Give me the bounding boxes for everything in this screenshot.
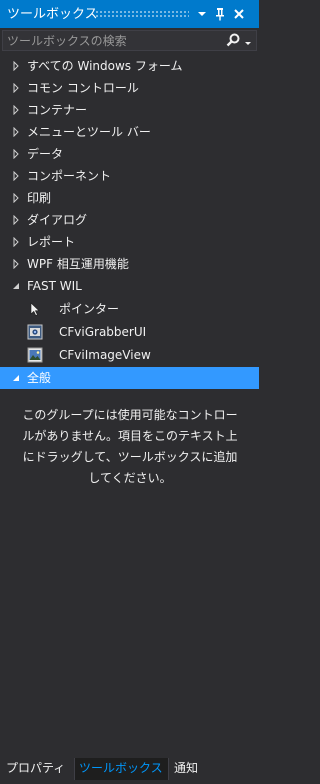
group-label: 印刷	[27, 191, 52, 205]
group-label: すべての Windows フォーム	[27, 59, 183, 73]
group-dialogs[interactable]: ダイアログ	[0, 209, 259, 231]
toolbox-item-cfvigrabberui[interactable]: CFviGrabberUI	[0, 321, 259, 343]
toolbox-item-cfviimageview[interactable]: CFviImageView	[0, 344, 259, 366]
empty-message-line: このグループには使用可能なコントロー	[22, 408, 238, 422]
group-label: コモン コントロール	[27, 81, 139, 95]
collapse-arrow-icon[interactable]	[11, 373, 21, 383]
expand-arrow-icon[interactable]	[11, 171, 21, 181]
group-label: ダイアログ	[27, 213, 88, 227]
collapse-arrow-icon[interactable]	[11, 281, 21, 291]
close-shape	[234, 9, 244, 19]
expand-arrow-icon[interactable]	[11, 215, 21, 225]
group-label: メニューとツール バー	[27, 125, 151, 139]
toolbox-window: ツールボックス ツールボックスの検索 すべての Windows フォーム コモン…	[0, 0, 259, 784]
drag-grip[interactable]	[95, 10, 189, 17]
group-printing[interactable]: 印刷	[0, 187, 259, 209]
empty-message-line: してください。	[88, 471, 172, 485]
group-data[interactable]: データ	[0, 143, 259, 165]
group-fast-wil[interactable]: FAST WIL	[0, 275, 259, 297]
chevron-down-icon	[198, 12, 206, 16]
group-general[interactable]: 全般	[0, 367, 259, 389]
pin-shape	[216, 8, 224, 21]
search-icon[interactable]	[225, 32, 241, 49]
title-bar[interactable]: ツールボックス	[0, 0, 259, 28]
expand-arrow-icon[interactable]	[11, 149, 21, 159]
group-label: WPF 相互運用機能	[27, 257, 129, 271]
pointer-icon	[30, 302, 40, 316]
expand-arrow-icon[interactable]	[11, 105, 21, 115]
close-icon[interactable]	[231, 6, 247, 22]
empty-message-line: ルがありません。項目をこのテキスト上	[22, 429, 238, 443]
tab-notifications[interactable]: 通知	[170, 758, 210, 780]
toolbox-item-pointer[interactable]: ポインター	[0, 298, 259, 320]
group-label: コンポーネント	[27, 169, 112, 183]
item-label: ポインター	[59, 302, 120, 316]
search-input[interactable]	[7, 32, 217, 49]
group-label: レポート	[27, 235, 76, 249]
search-options-dropdown-icon[interactable]	[243, 32, 255, 49]
search-box	[2, 30, 257, 51]
tab-properties[interactable]: プロパティ	[2, 758, 74, 780]
group-menus-toolbars[interactable]: メニューとツール バー	[0, 121, 259, 143]
group-common-controls[interactable]: コモン コントロール	[0, 77, 259, 99]
group-label: データ	[27, 147, 64, 161]
tab-toolbox[interactable]: ツールボックス	[74, 758, 169, 780]
expand-arrow-icon[interactable]	[11, 83, 21, 93]
item-label: CFviImageView	[59, 348, 151, 362]
expand-arrow-icon[interactable]	[11, 61, 21, 71]
group-label: 全般	[27, 371, 52, 385]
group-all-windows-forms[interactable]: すべての Windows フォーム	[0, 55, 259, 77]
group-label: コンテナー	[27, 103, 88, 117]
image-view-component-icon	[27, 347, 43, 363]
window-title: ツールボックス	[7, 7, 98, 22]
pin-icon[interactable]	[212, 6, 228, 22]
expand-arrow-icon[interactable]	[11, 127, 21, 137]
group-containers[interactable]: コンテナー	[0, 99, 259, 121]
item-label: CFviGrabberUI	[59, 325, 147, 339]
empty-message-line: にドラッグして、ツールボックスに追加	[22, 450, 238, 464]
group-wpf-interop[interactable]: WPF 相互運用機能	[0, 253, 259, 275]
group-label: FAST WIL	[27, 279, 82, 293]
expand-arrow-icon[interactable]	[11, 193, 21, 203]
expand-arrow-icon[interactable]	[11, 237, 21, 247]
window-position-dropdown-icon[interactable]	[194, 6, 210, 22]
empty-group-message: このグループには使用可能なコントロー ルがありません。項目をこのテキスト上 にド…	[10, 405, 250, 489]
group-reports[interactable]: レポート	[0, 231, 259, 253]
bottom-tab-strip: プロパティ ツールボックス 通知	[0, 758, 259, 784]
group-components[interactable]: コンポーネント	[0, 165, 259, 187]
expand-arrow-icon[interactable]	[11, 259, 21, 269]
grabber-component-icon	[27, 324, 43, 340]
